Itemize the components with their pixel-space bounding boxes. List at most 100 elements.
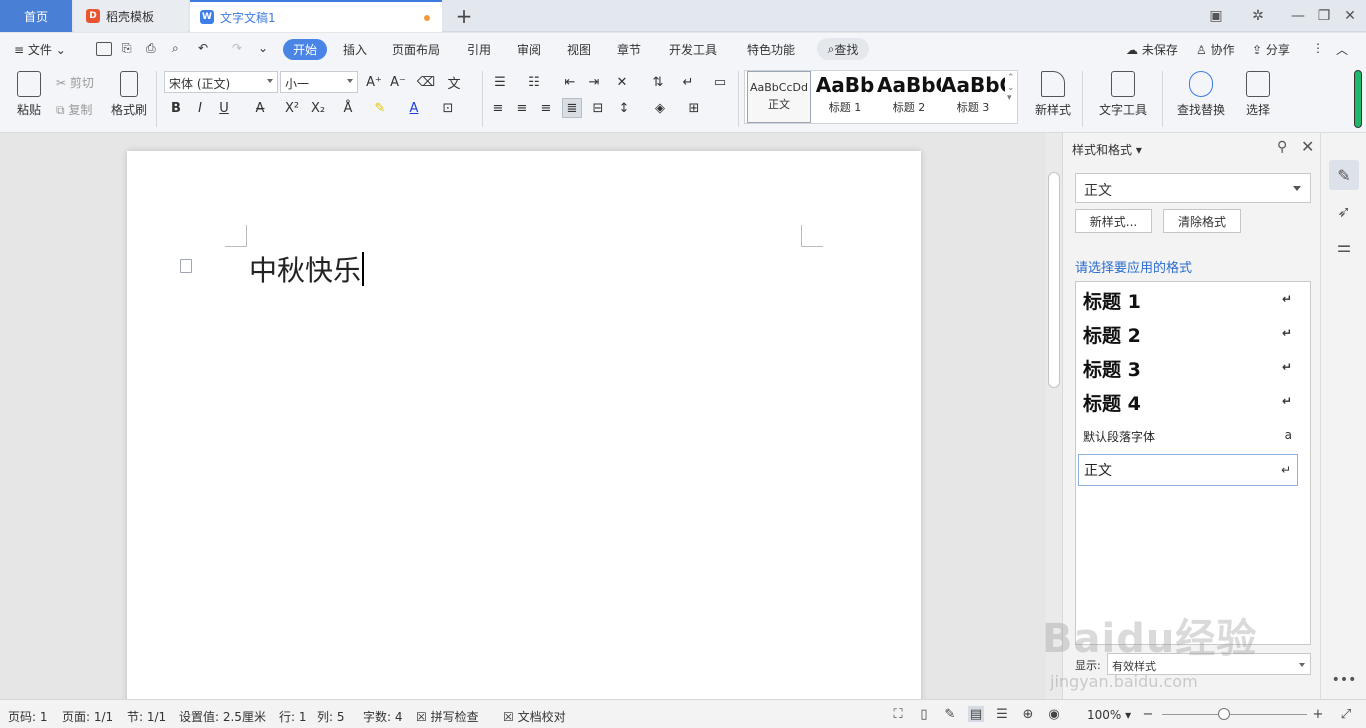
style-item-default-font[interactable]: 默认段落字体 a xyxy=(1078,420,1298,452)
gallery-style-heading-3[interactable]: AaBbC 标题 3 xyxy=(941,71,1005,123)
text-effect-icon[interactable]: Å xyxy=(338,98,358,118)
superscript-icon[interactable]: X² xyxy=(282,98,302,118)
collab-button[interactable]: ♙ 协作 xyxy=(1196,41,1235,58)
style-item-heading-4[interactable]: 标题 4 ↵ xyxy=(1078,386,1298,418)
style-item-body[interactable]: 正文 ↵ xyxy=(1078,454,1298,486)
menu-item-developer[interactable]: 开发工具 xyxy=(669,41,717,58)
eye-protect-icon[interactable]: ◉ xyxy=(1046,706,1062,722)
menu-item-view[interactable]: 视图 xyxy=(567,41,591,58)
print-icon[interactable]: ⎙ xyxy=(146,41,156,56)
pin-icon[interactable]: ⚲ xyxy=(1277,139,1287,155)
gallery-style-heading-1[interactable]: AaBb 标题 1 xyxy=(813,71,877,123)
status-page[interactable]: 页面: 1/1 xyxy=(62,708,113,725)
underline-icon[interactable]: U xyxy=(214,98,234,118)
share-button[interactable]: ⇪ 分享 xyxy=(1252,41,1290,58)
strikethrough-icon[interactable]: A̶ xyxy=(250,98,270,118)
panel-title[interactable]: 样式和格式 ▾ xyxy=(1072,141,1142,158)
distribute-icon[interactable]: ⊟ xyxy=(588,98,608,118)
status-page-code[interactable]: 页码: 1 xyxy=(8,708,48,725)
numbered-list-icon[interactable]: ☷ xyxy=(524,72,544,92)
gallery-scroll-icon[interactable]: ⌃ ⌄ ▾ xyxy=(1007,73,1015,103)
highlight-icon[interactable]: ✎ xyxy=(370,98,390,118)
font-color-icon[interactable]: A xyxy=(404,98,424,118)
new-style-button[interactable]: 新样式 xyxy=(1028,69,1078,118)
file-menu[interactable]: ≡ 文件 ⌄ xyxy=(14,41,66,58)
document-area[interactable]: 中秋快乐 xyxy=(0,133,1046,711)
sort-icon[interactable]: ⇅ xyxy=(648,72,668,92)
web-view-icon[interactable]: ⊕ xyxy=(1020,706,1036,722)
shading-icon[interactable]: ◈ xyxy=(650,98,670,118)
save-icon[interactable] xyxy=(96,42,112,56)
format-painter-button[interactable]: 格式刷 xyxy=(106,69,152,118)
menu-item-section[interactable]: 章节 xyxy=(617,41,641,58)
menu-item-references[interactable]: 引用 xyxy=(467,41,491,58)
copy-button[interactable]: ⧉ 复制 xyxy=(56,101,92,118)
justify-icon[interactable]: ≣ xyxy=(562,98,582,118)
current-style-select[interactable]: 正文 xyxy=(1075,173,1311,203)
font-family-select[interactable]: 宋体 (正文) xyxy=(164,71,278,93)
ruler-icon[interactable]: ▭ xyxy=(710,72,730,92)
menu-item-features[interactable]: 特色功能 xyxy=(747,41,795,58)
spell-check-button[interactable]: ☒ 拼写检查 xyxy=(416,708,479,725)
align-left-icon[interactable]: ≡ xyxy=(488,98,508,118)
menu-item-review[interactable]: 审阅 xyxy=(517,41,541,58)
collapse-ribbon-icon[interactable]: ︿ xyxy=(1336,41,1348,58)
new-tab-button[interactable]: + xyxy=(452,0,476,32)
search-button[interactable]: ⌕ 查找 xyxy=(817,38,869,60)
scrollbar-thumb[interactable] xyxy=(1048,172,1060,388)
skin-icon[interactable]: ✲ xyxy=(1248,6,1268,26)
close-icon[interactable]: ✕ xyxy=(1301,137,1314,156)
line-spacing-icon[interactable]: ↕ xyxy=(614,98,634,118)
menu-item-start[interactable]: 开始 xyxy=(283,39,327,60)
bold-icon[interactable]: B xyxy=(166,98,186,118)
fullscreen-icon[interactable]: ⛶ xyxy=(890,706,906,722)
phonetic-icon[interactable]: 文 xyxy=(444,72,464,92)
zoom-in-icon[interactable]: + xyxy=(1310,706,1326,722)
more-icon[interactable]: ⋮ xyxy=(1312,41,1324,55)
document-text[interactable]: 中秋快乐 xyxy=(249,249,364,289)
clear-format-icon[interactable]: ⌫ xyxy=(416,72,436,92)
cut-button[interactable]: ✂ 剪切 xyxy=(56,74,94,91)
zoom-level-select[interactable]: 100% ▾ xyxy=(1087,708,1131,722)
align-right-icon[interactable]: ≡ xyxy=(536,98,556,118)
reading-mode-icon[interactable]: ▯ xyxy=(916,706,932,722)
expand-statusbar-icon[interactable]: ⤢ xyxy=(1338,706,1354,722)
tab-home[interactable]: 首页 xyxy=(0,0,72,32)
print-preview-icon[interactable]: ⌕ xyxy=(172,41,179,56)
style-item-heading-3[interactable]: 标题 3 ↵ xyxy=(1078,352,1298,384)
gallery-style-body[interactable]: AaBbCcDd 正文 xyxy=(747,71,811,123)
restore-button[interactable]: ❐ xyxy=(1314,6,1334,26)
tab-document[interactable]: W 文字文稿1 xyxy=(190,0,442,32)
outline-view-icon[interactable]: ☰ xyxy=(994,706,1010,722)
undo-icon[interactable]: ↶ xyxy=(198,41,208,55)
zoom-slider[interactable] xyxy=(1162,714,1307,715)
new-style-panel-button[interactable]: 新样式... xyxy=(1075,209,1152,233)
document-page[interactable]: 中秋快乐 xyxy=(127,151,921,711)
subscript-icon[interactable]: X₂ xyxy=(308,98,328,118)
edit-mode-icon[interactable]: ✎ xyxy=(942,706,958,722)
status-col[interactable]: 列: 5 xyxy=(317,708,345,725)
doc-proof-button[interactable]: ☒ 文档校对 xyxy=(503,708,566,725)
status-setting[interactable]: 设置值: 2.5厘米 xyxy=(179,708,266,725)
zoom-out-icon[interactable]: − xyxy=(1140,706,1156,722)
shrink-font-icon[interactable]: A⁻ xyxy=(388,72,408,92)
page-view-icon[interactable]: ▤ xyxy=(968,706,984,722)
more-options-icon[interactable]: ••• xyxy=(1329,665,1359,695)
styles-pane-icon[interactable]: ✎ xyxy=(1329,160,1359,190)
status-row[interactable]: 行: 1 xyxy=(279,708,307,725)
find-replace-button[interactable]: 查找替换 xyxy=(1172,69,1230,118)
zoom-slider-thumb[interactable] xyxy=(1218,708,1231,720)
menu-item-insert[interactable]: 插入 xyxy=(343,41,367,58)
paragraph-handle-icon[interactable] xyxy=(180,259,192,273)
status-word-count[interactable]: 字数: 4 xyxy=(363,708,403,725)
font-size-select[interactable]: 小一 xyxy=(280,71,358,93)
select-pane-icon[interactable]: ➶ xyxy=(1329,196,1359,226)
grow-font-icon[interactable]: A⁺ xyxy=(364,72,384,92)
italic-icon[interactable]: I xyxy=(190,98,210,118)
chinese-layout-icon[interactable]: ✕ xyxy=(612,72,632,92)
gallery-style-heading-2[interactable]: AaBbC 标题 2 xyxy=(877,71,941,123)
export-icon[interactable]: ⎘ xyxy=(122,41,132,56)
clear-format-button[interactable]: 清除格式 xyxy=(1163,209,1241,233)
properties-pane-icon[interactable]: ⚌ xyxy=(1329,231,1359,261)
unsaved-button[interactable]: ☁ 未保存 xyxy=(1126,41,1178,58)
